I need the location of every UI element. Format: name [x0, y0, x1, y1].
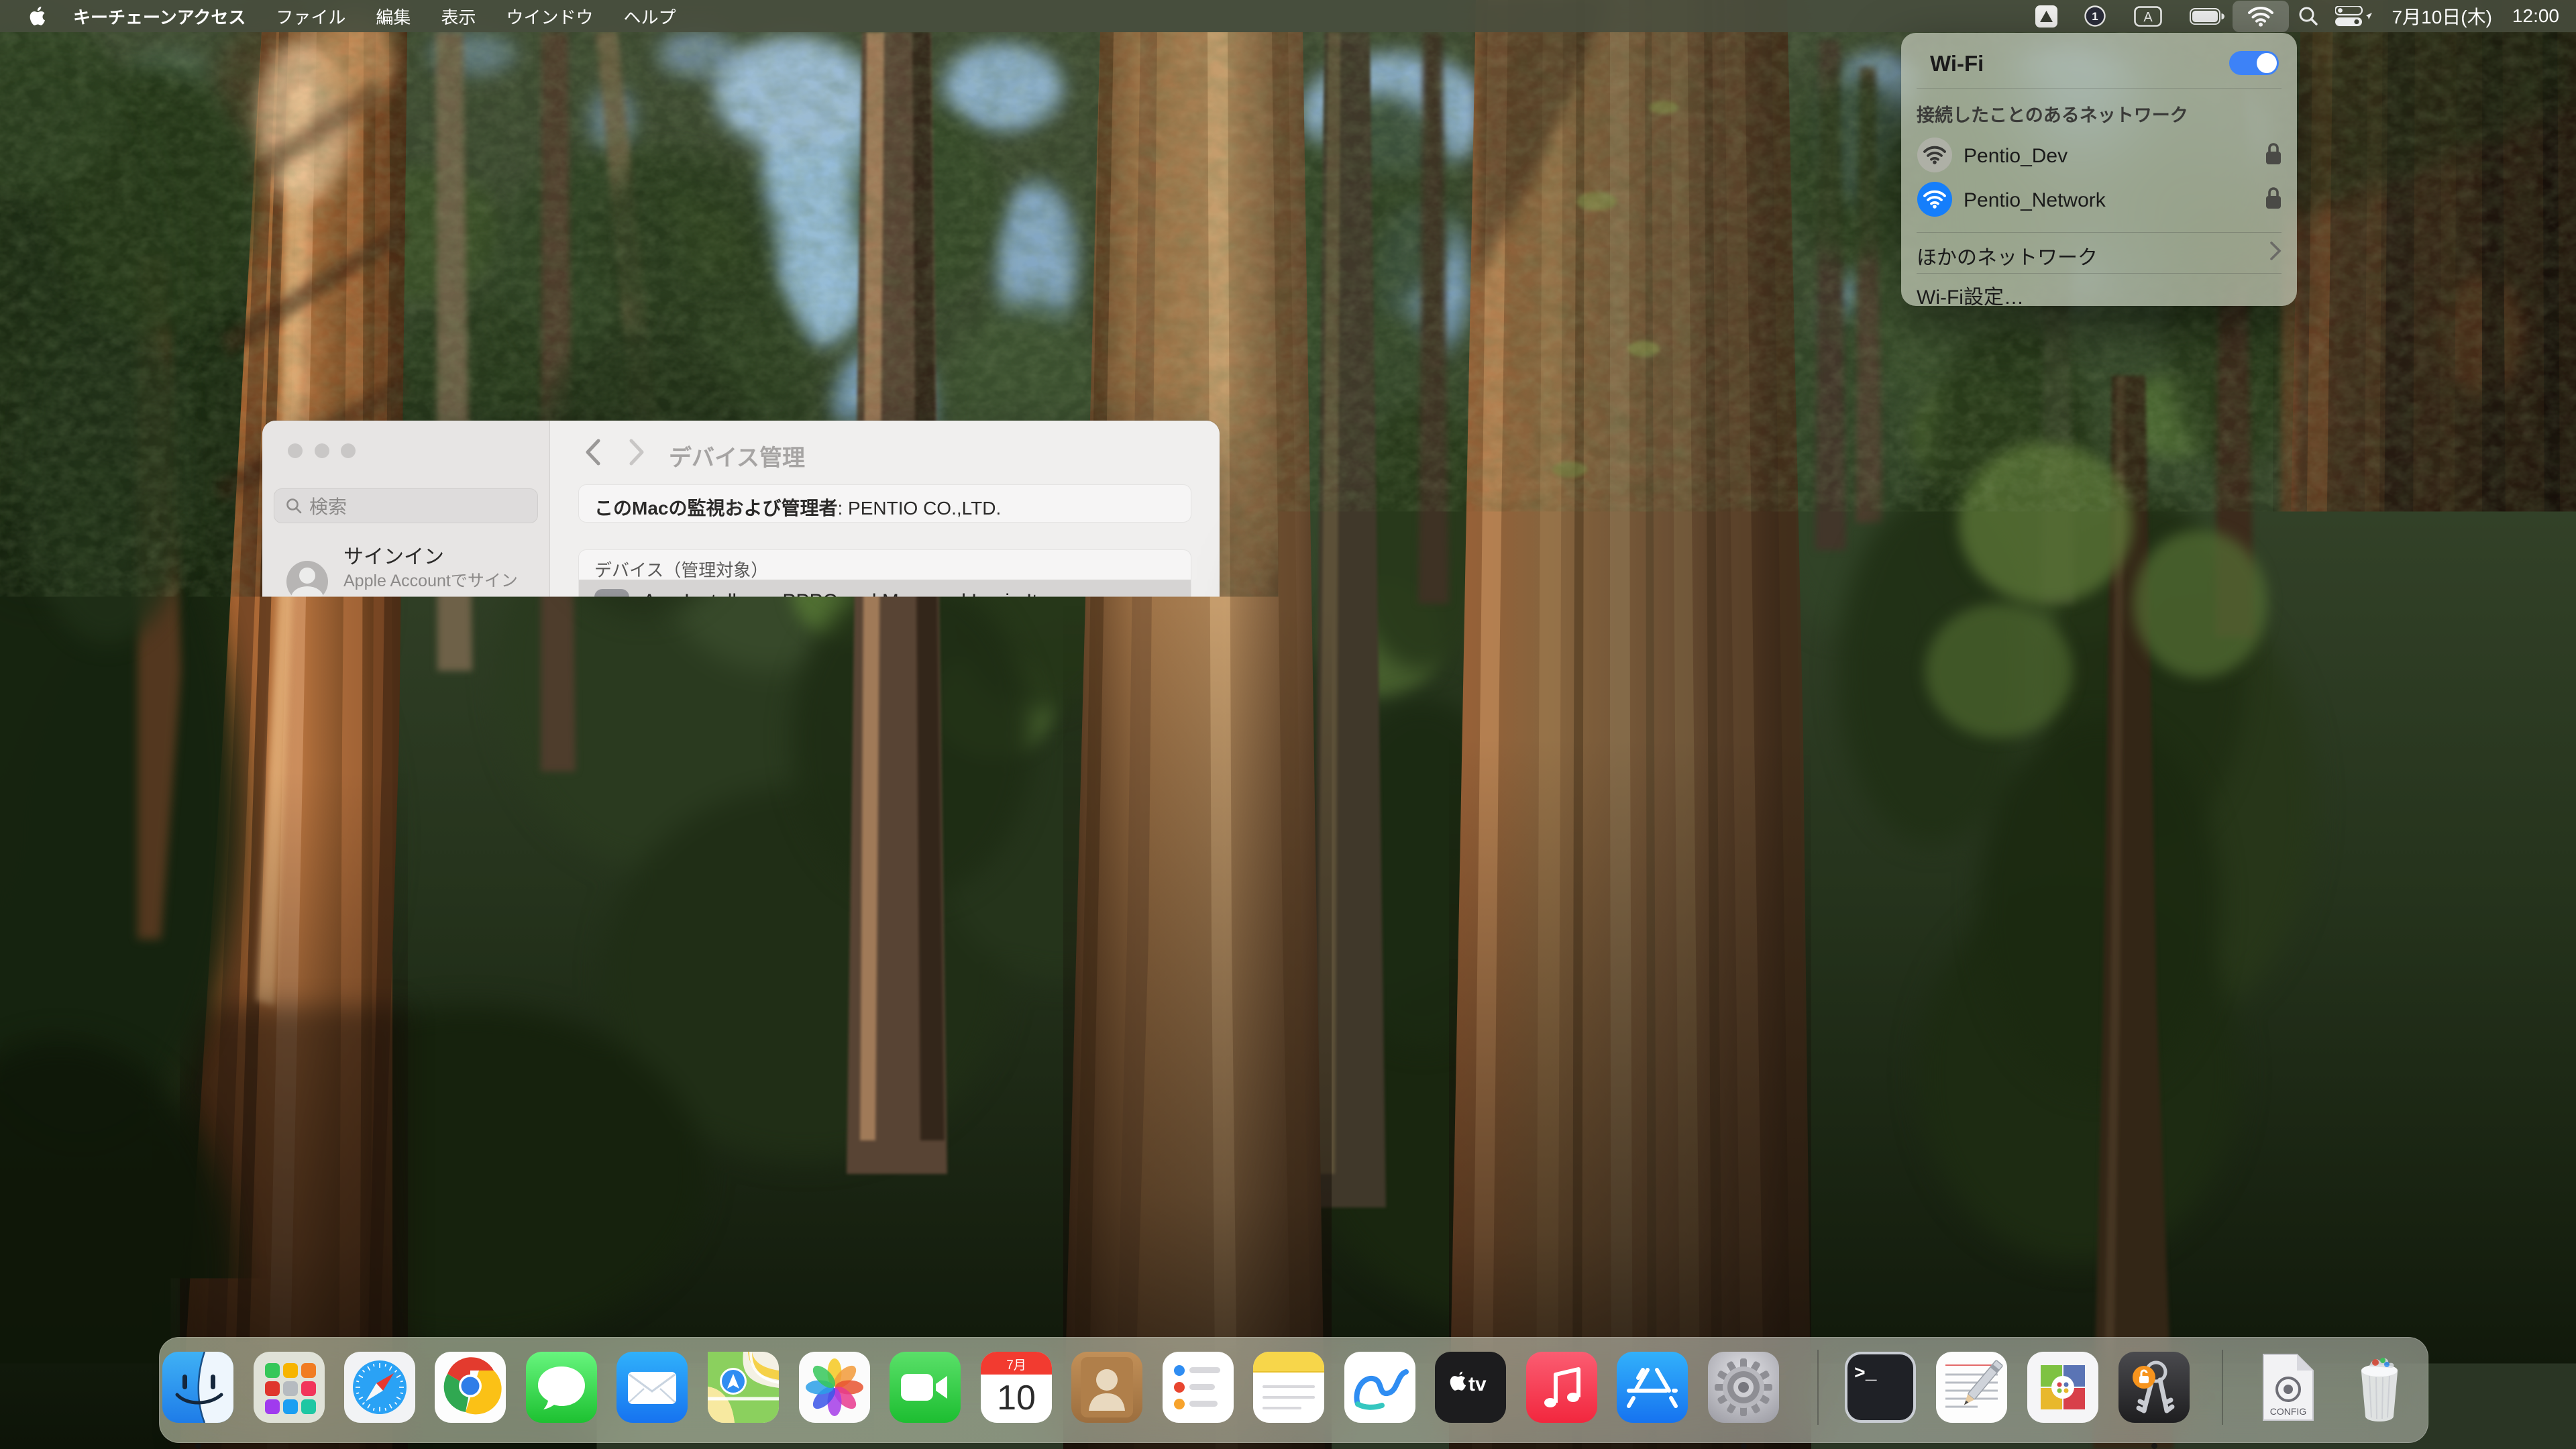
svg-text:7月: 7月 [1006, 1358, 1026, 1373]
svg-text:Certificate: Certificate [1489, 687, 1558, 704]
svg-text:>_: >_ [1854, 1364, 1877, 1385]
svg-text:A: A [2143, 10, 2153, 25]
svg-text:1: 1 [2092, 10, 2098, 23]
svg-text:10: 10 [997, 1379, 1036, 1417]
svg-text:tv: tv [1468, 1373, 1487, 1395]
svg-text:CONFIG: CONFIG [2270, 1406, 2306, 1417]
svg-text:Standard: Standard [1499, 708, 1536, 719]
